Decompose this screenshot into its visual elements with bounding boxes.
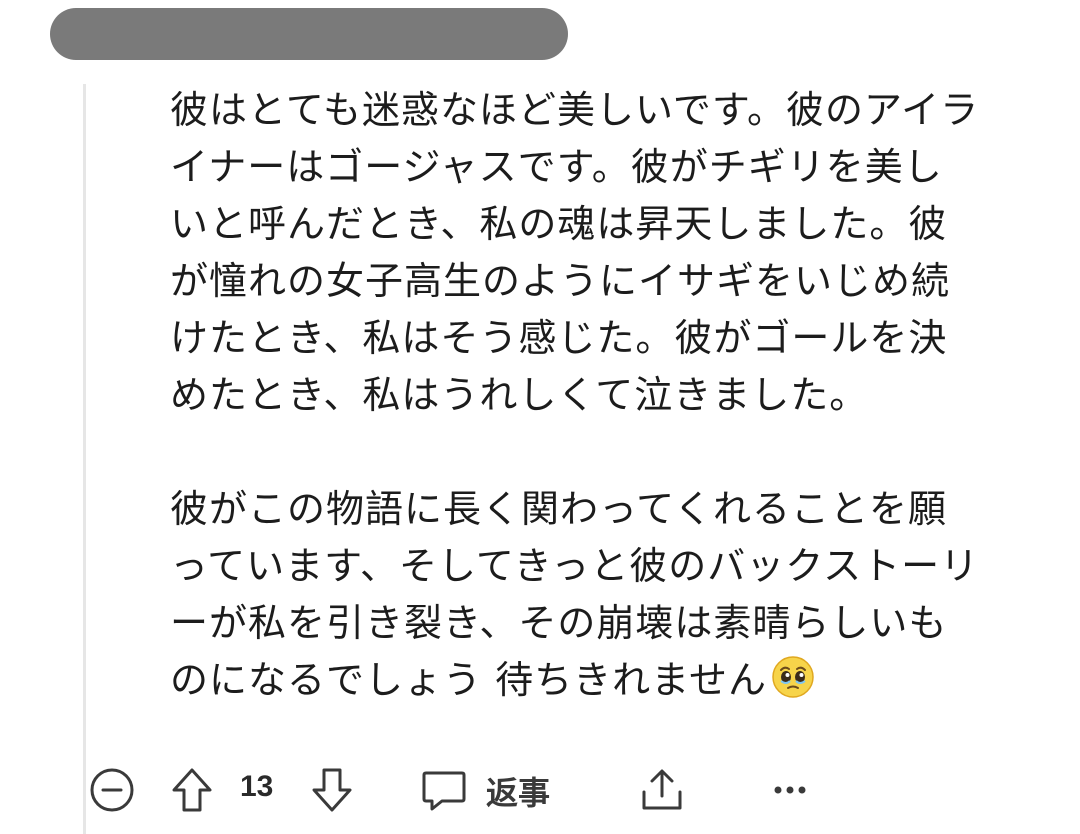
thread-line[interactable] [83,84,86,834]
comment-paragraph-2: 彼がこの物語に長く関わってくれることを願っています、そしてきっと彼のバックストー… [170,481,980,709]
upvote-button[interactable] [166,760,218,820]
comment-paragraph-2-text: 彼がこの物語に長く関わってくれることを願っています、そしてきっと彼のバックストー… [170,487,980,702]
pleading-face-emoji [771,655,815,699]
reply-label[interactable]: 返事 [486,768,550,814]
more-dots-icon [770,784,810,796]
comment-action-bar: 13 返事 [0,760,1080,820]
collapse-minus-icon [89,767,135,813]
redacted-username [50,8,568,60]
share-button[interactable] [636,760,688,820]
more-options-button[interactable] [764,760,816,820]
vote-count: 13 [240,770,274,803]
share-icon [638,766,686,814]
comment-paragraph-1: 彼はとても迷惑なほど美しいです。彼のアイライナーはゴージャスです。彼がチギリを美… [170,88,980,417]
downvote-arrow-icon [310,766,354,814]
reply-button[interactable] [418,760,470,820]
upvote-arrow-icon [170,766,214,814]
speech-bubble-icon [420,767,468,813]
downvote-button[interactable] [306,760,358,820]
collapse-button[interactable] [86,760,138,820]
comment-body: 彼はとても迷惑なほど美しいです。彼のアイライナーはゴージャスです。彼がチギリを美… [170,82,980,709]
